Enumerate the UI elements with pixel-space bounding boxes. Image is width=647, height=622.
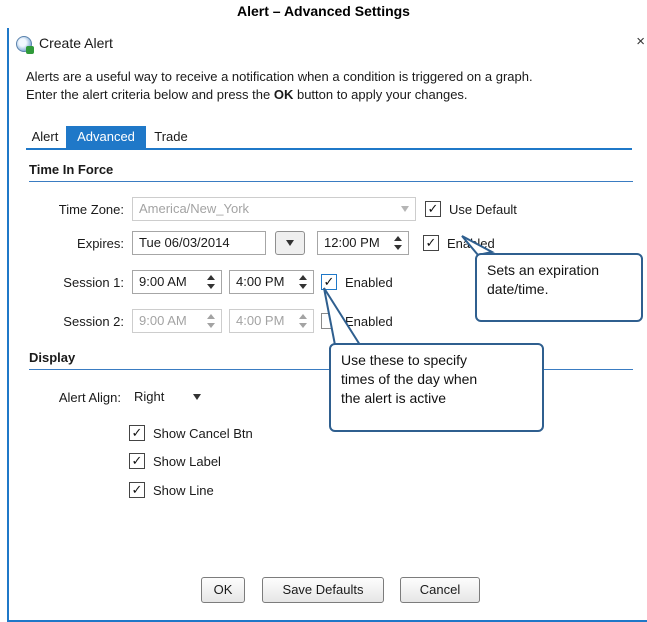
expiration-callout-line: date/time. — [487, 281, 549, 297]
sessions-callout-line: Use these to specify — [341, 352, 468, 368]
sessions-callout-line: times of the day when — [341, 371, 478, 387]
expiration-callout: Sets an expiration date/time. — [475, 253, 643, 322]
sessions-callout: Use these to specify times of the day wh… — [329, 343, 544, 432]
sessions-callout-pointer — [323, 287, 362, 346]
sessions-callout-line: the alert is active — [341, 390, 447, 406]
expiration-callout-line: Sets an expiration — [487, 262, 600, 278]
